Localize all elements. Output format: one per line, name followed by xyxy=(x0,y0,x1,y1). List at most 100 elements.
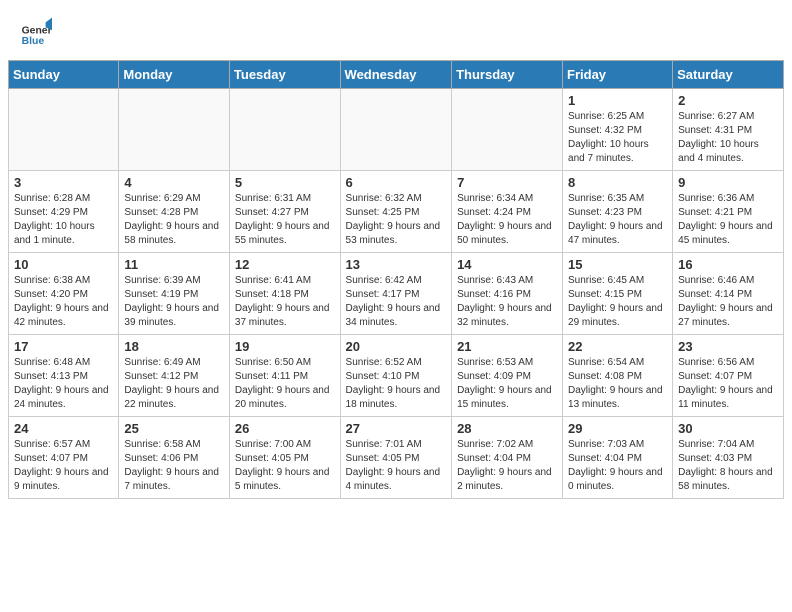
day-number: 21 xyxy=(457,339,557,354)
day-cell: 24 Sunrise: 6:57 AM Sunset: 4:07 PM Dayli… xyxy=(9,417,119,499)
day-cell: 5Sunrise: 6:31 AM Sunset: 4:27 PM Daylig… xyxy=(229,171,340,253)
day-info: Sunrise: 6:56 AM Sunset: 4:07 PM Dayligh… xyxy=(678,356,778,412)
day-info: Sunrise: 7:00 AM Sunset: 4:05 PM Dayligh… xyxy=(235,438,335,494)
day-number: 4 xyxy=(124,175,224,190)
day-number: 8 xyxy=(568,175,667,190)
calendar-table: Sunday Monday Tuesday Wednesday Thursday… xyxy=(8,60,784,499)
day-cell: 25 Sunrise: 6:58 AM Sunset: 4:06 PM Dayli… xyxy=(119,417,230,499)
day-info: Sunrise: 6:25 AM Sunset: 4:32 PM Dayligh… xyxy=(568,110,667,166)
day-cell: 28Sunrise: 7:02 AM Sunset: 4:04 PM Dayli… xyxy=(452,417,563,499)
day-number: 27 xyxy=(346,421,447,436)
day-info: Sunrise: 6:35 AM Sunset: 4:23 PM Dayligh… xyxy=(568,192,667,248)
day-info: Sunrise: 6:29 AM Sunset: 4:28 PM Dayligh… xyxy=(124,192,224,248)
logo: General Blue xyxy=(20,16,56,48)
day-info: Sunrise: 6:52 AM Sunset: 4:10 PM Dayligh… xyxy=(346,356,447,412)
day-info: Sunrise: 6:53 AM Sunset: 4:09 PM Dayligh… xyxy=(457,356,557,412)
day-number: 19 xyxy=(235,339,335,354)
day-number: 10 xyxy=(14,257,113,272)
day-cell xyxy=(452,89,563,171)
day-cell xyxy=(119,89,230,171)
day-info: Sunrise: 6:57 AM Sunset: 4:07 PM Dayligh… xyxy=(14,438,113,494)
day-number: 15 xyxy=(568,257,667,272)
day-cell: 3Sunrise: 6:28 AM Sunset: 4:29 PM Daylig… xyxy=(9,171,119,253)
day-cell: 12 Sunrise: 6:41 AM Sunset: 4:18 PM Dayli… xyxy=(229,253,340,335)
day-info: Sunrise: 6:50 AM Sunset: 4:11 PM Dayligh… xyxy=(235,356,335,412)
day-cell: 10 Sunrise: 6:38 AM Sunset: 4:20 PM Dayli… xyxy=(9,253,119,335)
week-row-4: 17 Sunrise: 6:48 AM Sunset: 4:13 PM Dayli… xyxy=(9,335,784,417)
day-number: 12 xyxy=(235,257,335,272)
day-info: Sunrise: 6:58 AM Sunset: 4:06 PM Dayligh… xyxy=(124,438,224,494)
day-number: 17 xyxy=(14,339,113,354)
day-cell: 30 Sunrise: 7:04 AM Sunset: 4:03 PM Dayli… xyxy=(673,417,784,499)
day-cell: 16 Sunrise: 6:46 AM Sunset: 4:14 PM Dayli… xyxy=(673,253,784,335)
day-cell: 20 Sunrise: 6:52 AM Sunset: 4:10 PM Dayli… xyxy=(340,335,452,417)
week-row-1: 1 Sunrise: 6:25 AM Sunset: 4:32 PM Daylig… xyxy=(9,89,784,171)
col-monday: Monday xyxy=(119,61,230,89)
day-info: Sunrise: 7:04 AM Sunset: 4:03 PM Dayligh… xyxy=(678,438,778,494)
day-cell: 17 Sunrise: 6:48 AM Sunset: 4:13 PM Dayli… xyxy=(9,335,119,417)
day-info: Sunrise: 6:49 AM Sunset: 4:12 PM Dayligh… xyxy=(124,356,224,412)
day-number: 24 xyxy=(14,421,113,436)
day-cell: 15 Sunrise: 6:45 AM Sunset: 4:15 PM Dayli… xyxy=(563,253,673,335)
day-cell: 23 Sunrise: 6:56 AM Sunset: 4:07 PM Dayli… xyxy=(673,335,784,417)
calendar-body: 1 Sunrise: 6:25 AM Sunset: 4:32 PM Daylig… xyxy=(9,89,784,499)
day-cell: 1 Sunrise: 6:25 AM Sunset: 4:32 PM Daylig… xyxy=(563,89,673,171)
day-info: Sunrise: 6:32 AM Sunset: 4:25 PM Dayligh… xyxy=(346,192,447,248)
day-number: 11 xyxy=(124,257,224,272)
day-cell: 6 Sunrise: 6:32 AM Sunset: 4:25 PM Daylig… xyxy=(340,171,452,253)
day-info: Sunrise: 6:54 AM Sunset: 4:08 PM Dayligh… xyxy=(568,356,667,412)
svg-text:Blue: Blue xyxy=(22,36,45,47)
day-cell: 18 Sunrise: 6:49 AM Sunset: 4:12 PM Dayli… xyxy=(119,335,230,417)
header-row: Sunday Monday Tuesday Wednesday Thursday… xyxy=(9,61,784,89)
day-info: Sunrise: 6:48 AM Sunset: 4:13 PM Dayligh… xyxy=(14,356,113,412)
week-row-2: 3Sunrise: 6:28 AM Sunset: 4:29 PM Daylig… xyxy=(9,171,784,253)
col-friday: Friday xyxy=(563,61,673,89)
day-number: 20 xyxy=(346,339,447,354)
day-info: Sunrise: 6:38 AM Sunset: 4:20 PM Dayligh… xyxy=(14,274,113,330)
week-row-5: 24 Sunrise: 6:57 AM Sunset: 4:07 PM Dayli… xyxy=(9,417,784,499)
day-number: 6 xyxy=(346,175,447,190)
day-cell: 21 Sunrise: 6:53 AM Sunset: 4:09 PM Dayli… xyxy=(452,335,563,417)
day-cell: 14 Sunrise: 6:43 AM Sunset: 4:16 PM Dayli… xyxy=(452,253,563,335)
day-cell xyxy=(9,89,119,171)
day-cell xyxy=(229,89,340,171)
day-cell: 4 Sunrise: 6:29 AM Sunset: 4:28 PM Daylig… xyxy=(119,171,230,253)
col-thursday: Thursday xyxy=(452,61,563,89)
col-sunday: Sunday xyxy=(9,61,119,89)
col-tuesday: Tuesday xyxy=(229,61,340,89)
day-cell: 2 Sunrise: 6:27 AM Sunset: 4:31 PM Daylig… xyxy=(673,89,784,171)
day-number: 23 xyxy=(678,339,778,354)
day-info: Sunrise: 6:45 AM Sunset: 4:15 PM Dayligh… xyxy=(568,274,667,330)
day-info: Sunrise: 6:41 AM Sunset: 4:18 PM Dayligh… xyxy=(235,274,335,330)
day-info: Sunrise: 6:43 AM Sunset: 4:16 PM Dayligh… xyxy=(457,274,557,330)
day-cell: 7 Sunrise: 6:34 AM Sunset: 4:24 PM Daylig… xyxy=(452,171,563,253)
day-info: Sunrise: 6:27 AM Sunset: 4:31 PM Dayligh… xyxy=(678,110,778,166)
day-number: 9 xyxy=(678,175,778,190)
calendar-header: Sunday Monday Tuesday Wednesday Thursday… xyxy=(9,61,784,89)
day-number: 22 xyxy=(568,339,667,354)
day-info: Sunrise: 6:36 AM Sunset: 4:21 PM Dayligh… xyxy=(678,192,778,248)
day-number: 26 xyxy=(235,421,335,436)
day-number: 14 xyxy=(457,257,557,272)
day-number: 16 xyxy=(678,257,778,272)
day-number: 30 xyxy=(678,421,778,436)
day-info: Sunrise: 6:46 AM Sunset: 4:14 PM Dayligh… xyxy=(678,274,778,330)
day-number: 25 xyxy=(124,421,224,436)
day-number: 29 xyxy=(568,421,667,436)
day-number: 2 xyxy=(678,93,778,108)
day-info: Sunrise: 6:34 AM Sunset: 4:24 PM Dayligh… xyxy=(457,192,557,248)
day-info: Sunrise: 7:01 AM Sunset: 4:05 PM Dayligh… xyxy=(346,438,447,494)
day-info: Sunrise: 6:42 AM Sunset: 4:17 PM Dayligh… xyxy=(346,274,447,330)
day-number: 28 xyxy=(457,421,557,436)
day-number: 1 xyxy=(568,93,667,108)
day-cell: 8 Sunrise: 6:35 AM Sunset: 4:23 PM Daylig… xyxy=(563,171,673,253)
day-info: Sunrise: 7:03 AM Sunset: 4:04 PM Dayligh… xyxy=(568,438,667,494)
week-row-3: 10 Sunrise: 6:38 AM Sunset: 4:20 PM Dayli… xyxy=(9,253,784,335)
day-info: Sunrise: 6:31 AM Sunset: 4:27 PM Dayligh… xyxy=(235,192,335,248)
day-info: Sunrise: 6:39 AM Sunset: 4:19 PM Dayligh… xyxy=(124,274,224,330)
day-number: 7 xyxy=(457,175,557,190)
day-number: 18 xyxy=(124,339,224,354)
day-cell: 19 Sunrise: 6:50 AM Sunset: 4:11 PM Dayli… xyxy=(229,335,340,417)
col-saturday: Saturday xyxy=(673,61,784,89)
day-number: 13 xyxy=(346,257,447,272)
